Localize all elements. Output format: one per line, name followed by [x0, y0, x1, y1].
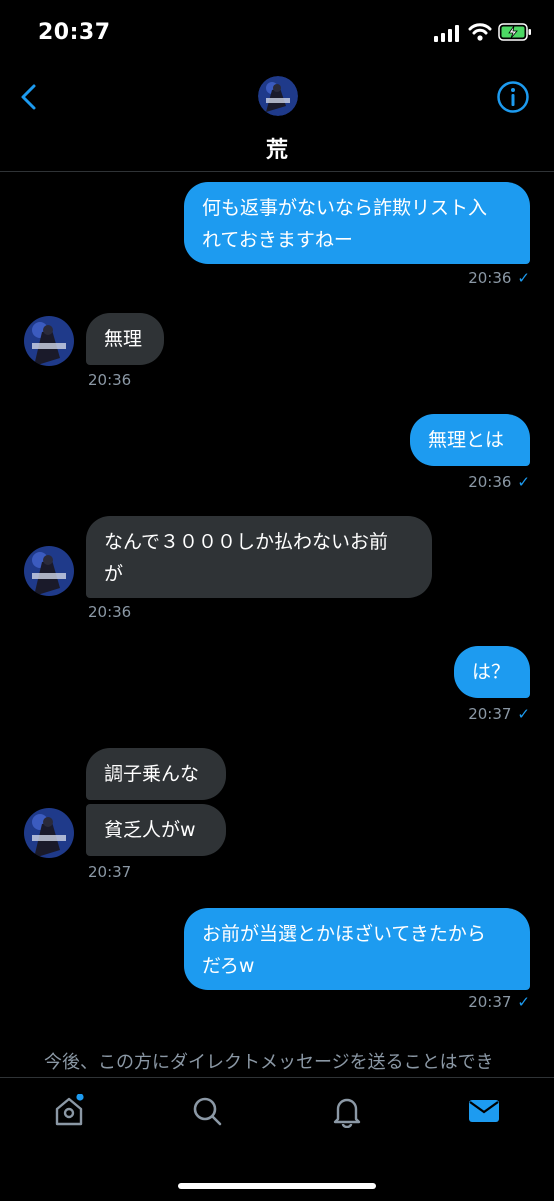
home-icon[interactable] [52, 1094, 86, 1128]
message-time: 20:37 [88, 863, 132, 881]
dm-restriction-notice: 今後、この方にダイレクトメッセージを送ることはでき [44, 1052, 494, 1073]
read-check-icon: ✓ [517, 993, 530, 1011]
message-bubble-received[interactable]: 調子乗んな [86, 748, 226, 800]
message-meta: 20:37 ✓ [468, 705, 530, 723]
message-bubble-sent[interactable]: 無理とは [410, 414, 530, 466]
conversation-title[interactable]: 荒 [0, 132, 554, 164]
message-bubble-sent[interactable]: 何も返事がないなら詐欺リスト入 れておきますねー [184, 182, 530, 264]
message-time: 20:37 [468, 705, 512, 723]
message-time: 20:36 [88, 603, 132, 621]
mail-icon[interactable] [467, 1094, 501, 1128]
sender-avatar[interactable] [24, 546, 74, 596]
bell-icon[interactable] [330, 1094, 364, 1128]
message-time: 20:36 [88, 371, 132, 389]
sender-avatar[interactable] [24, 808, 74, 858]
message-bubble-received[interactable]: 貧乏人がw [86, 804, 226, 856]
status-time: 20:37 [38, 20, 111, 45]
message-meta: 20:37 ✓ [468, 993, 530, 1011]
header-divider [0, 171, 554, 172]
search-icon[interactable] [190, 1094, 224, 1128]
sender-avatar[interactable] [24, 316, 74, 366]
wifi-icon [468, 23, 492, 41]
battery-charging-icon [498, 23, 531, 41]
header-avatar[interactable] [258, 76, 298, 116]
message-meta: 20:36 ✓ [468, 269, 530, 287]
message-bubble-sent[interactable]: お前が当選とかほざいてきたから だろw [184, 908, 530, 990]
message-time: 20:36 [468, 473, 512, 491]
back-chevron-icon[interactable] [16, 82, 44, 112]
signal-icon [434, 25, 459, 42]
message-bubble-received[interactable]: 無理 [86, 313, 164, 365]
message-bubble-received[interactable]: なんで３０００しか払わないお前 が [86, 516, 432, 598]
home-indicator [178, 1183, 376, 1189]
message-time: 20:36 [468, 269, 512, 287]
message-meta: 20:36 ✓ [468, 473, 530, 491]
read-check-icon: ✓ [517, 269, 530, 287]
message-bubble-sent[interactable]: は？ [454, 646, 530, 698]
info-icon[interactable] [496, 80, 530, 114]
message-time: 20:37 [468, 993, 512, 1011]
read-check-icon: ✓ [517, 473, 530, 491]
read-check-icon: ✓ [517, 705, 530, 723]
